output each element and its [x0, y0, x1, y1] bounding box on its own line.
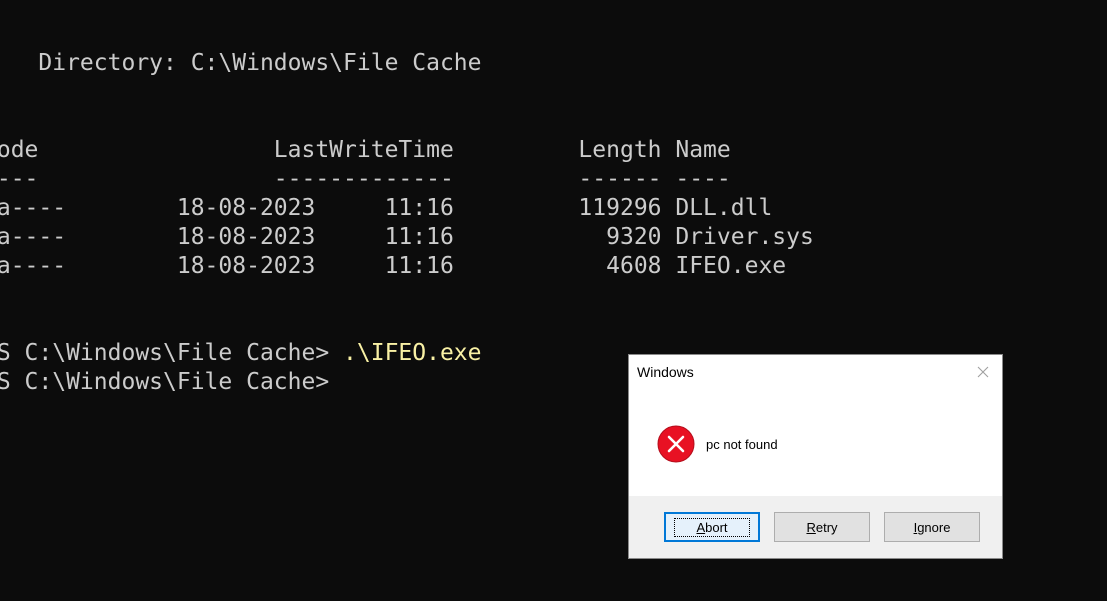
command-text: .\IFEO.exe	[343, 340, 482, 366]
dialog-body: pc not found	[629, 385, 1002, 497]
ignore-button[interactable]: Ignore	[884, 512, 980, 542]
prompt-text: PS C:\Windows\File Cache>	[0, 340, 344, 366]
abort-mnemonic: A	[696, 519, 706, 535]
current-prompt: PS C:\Windows\File Cache>	[0, 369, 330, 395]
ignore-label: gnore	[917, 519, 951, 535]
dialog-button-bar: Abort Retry Ignore	[629, 496, 1002, 558]
listing-separator: ---- ------------- ------ ----	[0, 166, 731, 192]
abort-label: bort	[705, 519, 728, 535]
retry-mnemonic: R	[806, 519, 816, 535]
command-line: PS C:\Windows\File Cache> .\IFEO.exe	[0, 339, 482, 368]
file-row: -a---- 18-08-2023 11:16 119296 DLL.dll	[0, 195, 773, 221]
file-row: -a---- 18-08-2023 11:16 9320 Driver.sys	[0, 224, 814, 250]
listing-header: Mode LastWriteTime Length Name	[0, 137, 731, 163]
close-icon	[977, 366, 989, 378]
dialog-message: pc not found	[706, 437, 778, 452]
file-row: -a---- 18-08-2023 11:16 4608 IFEO.exe	[0, 253, 787, 279]
error-icon	[657, 425, 695, 463]
close-button[interactable]	[972, 361, 994, 383]
dialog-title: Windows	[637, 364, 694, 380]
abort-button[interactable]: Abort	[664, 512, 760, 542]
retry-button[interactable]: Retry	[774, 512, 870, 542]
directory-line: Directory: C:\Windows\File Cache	[0, 50, 482, 76]
retry-label: etry	[815, 519, 838, 535]
message-box-dialog: Windows pc not found Abort Retry Ignore	[628, 354, 1003, 559]
